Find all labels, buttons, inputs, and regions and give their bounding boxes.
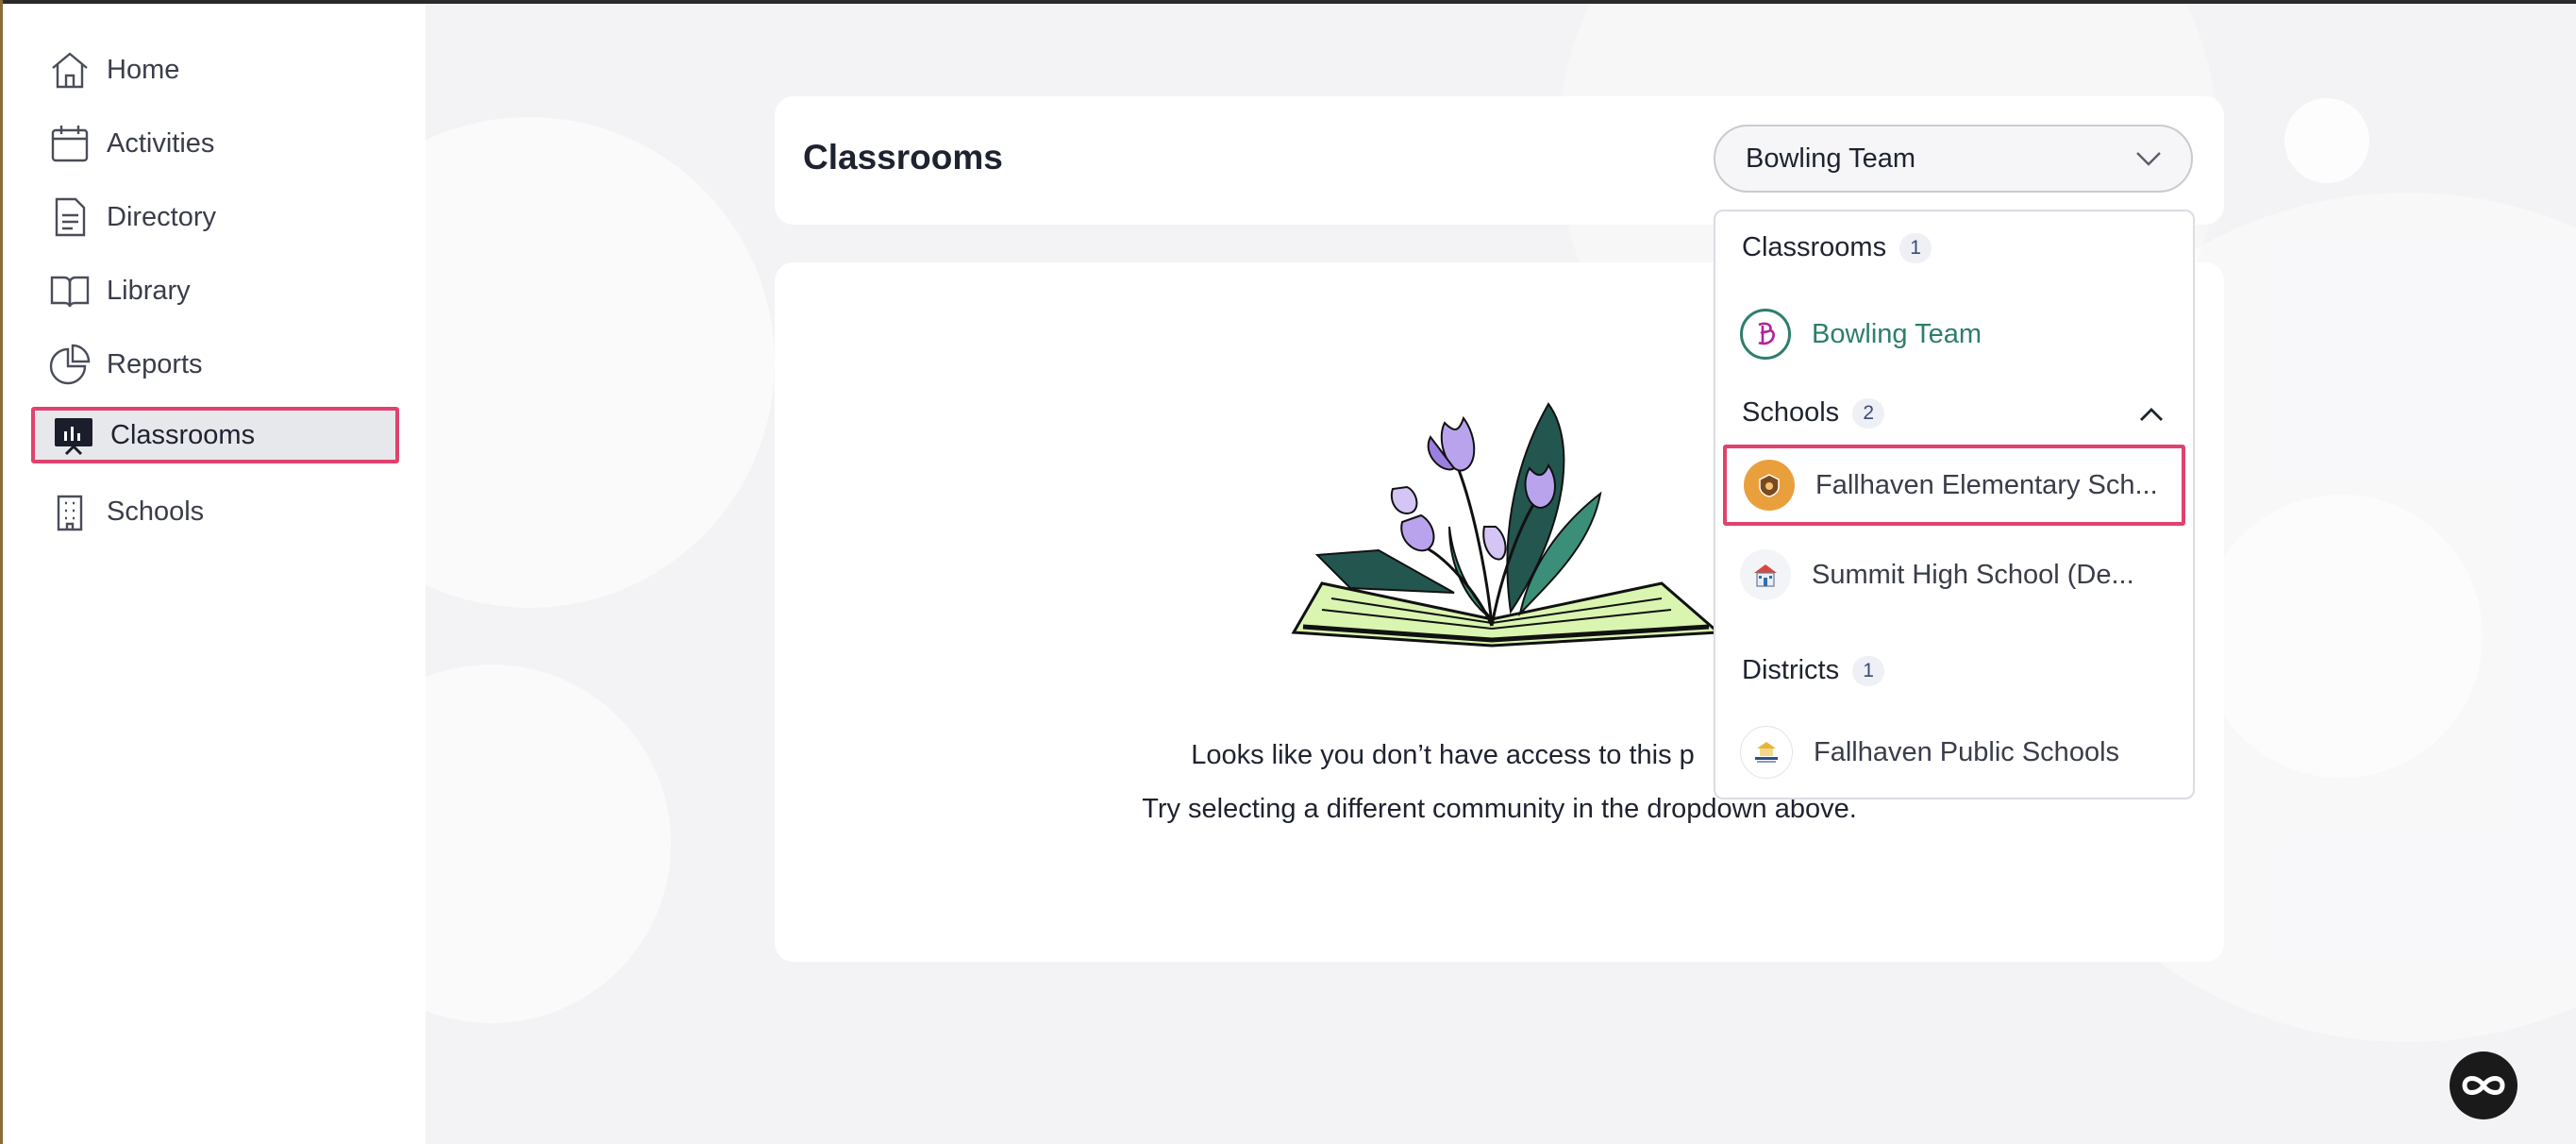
sidebar-item-label: Activities xyxy=(107,127,215,159)
count-badge: 1 xyxy=(1899,232,1932,263)
sidebar-item-label: Reports xyxy=(107,348,203,379)
sidebar-item-label: Schools xyxy=(107,496,205,527)
sidebar-item-label: Classrooms xyxy=(110,419,256,450)
home-icon xyxy=(48,48,92,92)
help-button[interactable] xyxy=(2450,1051,2517,1119)
sidebar-item-home[interactable]: Home xyxy=(31,42,399,98)
book-flowers-illustration xyxy=(1291,402,1722,648)
avatar xyxy=(1740,309,1791,360)
building-icon xyxy=(48,490,92,533)
chevron-up-icon[interactable] xyxy=(2138,406,2165,423)
sidebar-item-label: Directory xyxy=(107,201,217,232)
page-title: Classrooms xyxy=(803,138,1003,177)
calendar-icon xyxy=(48,122,92,165)
sidebar-item-directory[interactable]: Directory xyxy=(31,189,399,245)
sidebar: Home Activities Directory Library Report… xyxy=(3,4,426,1144)
infinity-icon xyxy=(2462,1076,2505,1095)
menu-item-summit-high[interactable]: Summit High School (De... xyxy=(1723,534,2185,615)
sidebar-item-library[interactable]: Library xyxy=(31,262,399,319)
count-badge: 1 xyxy=(1852,655,1885,686)
community-dropdown[interactable]: Bowling Team xyxy=(1714,125,2193,193)
menu-item-fallhaven-public-schools[interactable]: Fallhaven Public Schools xyxy=(1723,712,2185,793)
dropdown-value: Bowling Team xyxy=(1746,143,1916,174)
section-schools: Schools 2 xyxy=(1742,397,1885,429)
district-logo-icon xyxy=(1740,726,1793,779)
sidebar-item-classrooms[interactable]: Classrooms xyxy=(31,407,399,463)
school-logo-icon xyxy=(1744,460,1795,511)
sidebar-item-activities[interactable]: Activities xyxy=(31,115,399,172)
document-icon xyxy=(48,195,92,239)
sidebar-item-label: Library xyxy=(107,275,191,306)
header-card: Classrooms Bowling Team xyxy=(775,96,2224,225)
chevron-down-icon xyxy=(2136,152,2161,166)
section-classrooms: Classrooms 1 xyxy=(1742,232,1932,263)
menu-item-bowling-team[interactable]: Bowling Team xyxy=(1723,294,2185,375)
sidebar-item-label: Home xyxy=(107,54,180,85)
count-badge: 2 xyxy=(1852,397,1885,429)
sidebar-item-schools[interactable]: Schools xyxy=(31,483,399,540)
presentation-board-icon xyxy=(52,413,95,457)
menu-item-fallhaven-elementary[interactable]: Fallhaven Elementary Sch... xyxy=(1723,445,2185,526)
school-building-icon xyxy=(1740,549,1791,600)
sidebar-item-reports[interactable]: Reports xyxy=(31,336,399,393)
community-dropdown-menu: Classrooms 1 Bowling Team Schools 2 Fall… xyxy=(1714,210,2195,799)
pie-chart-icon xyxy=(48,343,92,386)
section-districts: Districts 1 xyxy=(1742,655,1885,686)
book-icon xyxy=(48,269,92,312)
